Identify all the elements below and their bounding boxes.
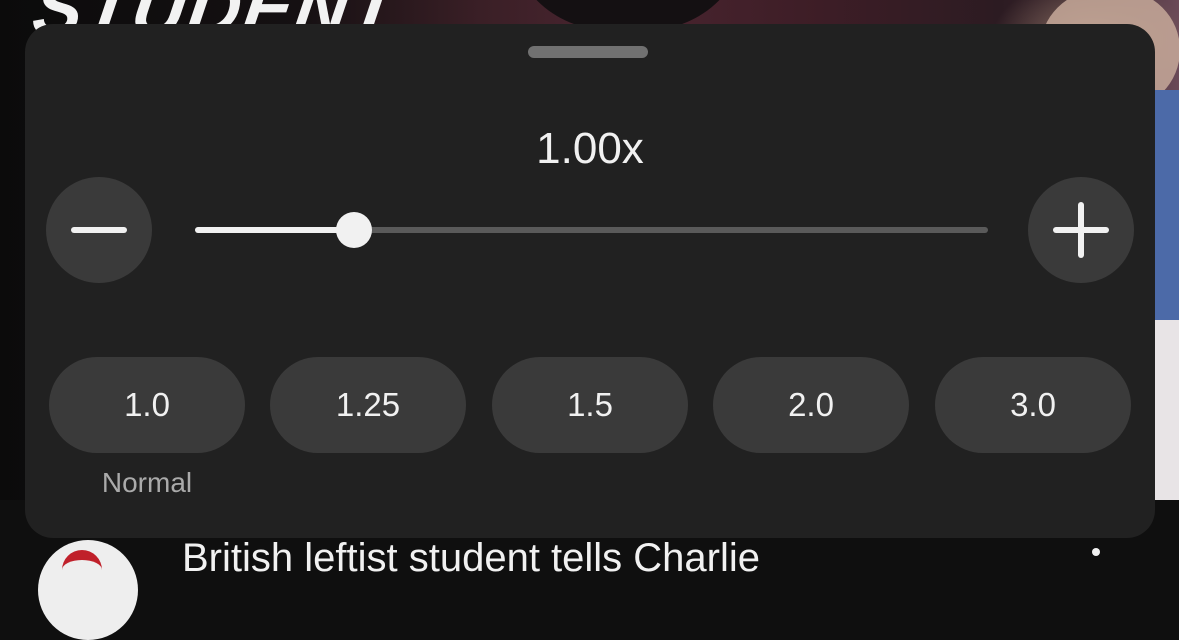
preset-1-0-button[interactable]: 1.0 <box>49 357 245 453</box>
video-title[interactable]: British leftist student tells Charlie <box>182 536 760 581</box>
preset-3-0-button[interactable]: 3.0 <box>935 357 1131 453</box>
drag-handle[interactable] <box>528 46 648 58</box>
minus-icon <box>71 227 127 233</box>
speed-slider[interactable] <box>195 212 988 248</box>
increase-speed-button[interactable] <box>1028 177 1134 283</box>
channel-avatar[interactable] <box>38 540 138 640</box>
speed-presets: 1.0 1.25 1.5 2.0 3.0 <box>25 357 1155 453</box>
speed-slider-fill <box>195 227 354 233</box>
video-figure-stripe <box>1152 320 1179 500</box>
decrease-speed-button[interactable] <box>46 177 152 283</box>
channel-logo-icon <box>62 550 102 590</box>
preset-normal-label: Normal <box>101 467 193 498</box>
preset-1-5-button[interactable]: 1.5 <box>492 357 688 453</box>
plus-icon <box>1053 202 1109 258</box>
preset-1-25-button[interactable]: 1.25 <box>270 357 466 453</box>
playback-speed-sheet: 1.00x 1.0 1.25 1.5 2.0 3.0 Normal <box>25 24 1155 538</box>
speed-slider-thumb[interactable] <box>336 212 372 248</box>
preset-2-0-button[interactable]: 2.0 <box>713 357 909 453</box>
more-vert-icon[interactable] <box>1088 548 1104 568</box>
current-speed-label: 1.00x <box>536 124 644 173</box>
